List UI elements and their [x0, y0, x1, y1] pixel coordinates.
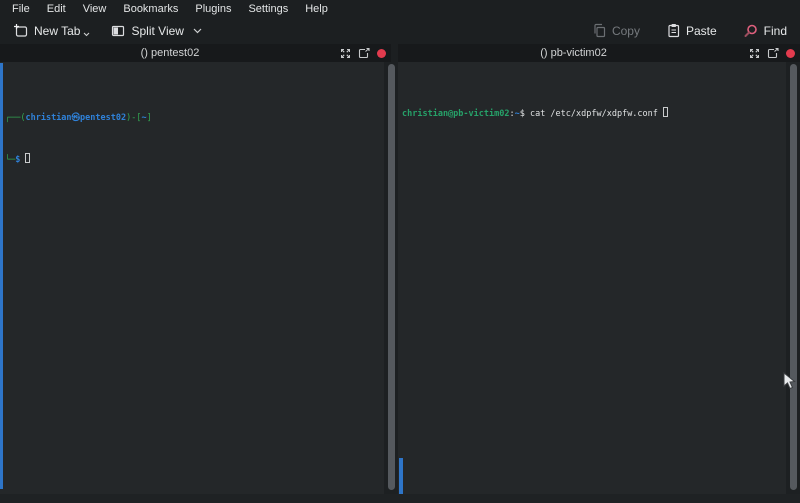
left-scrollbar-track[interactable] [384, 62, 398, 494]
find-button[interactable]: Find [738, 20, 792, 42]
left-prompt-line-2: └─$ [5, 153, 384, 167]
left-scrollbar-thumb[interactable] [388, 64, 395, 490]
left-pane-titlebar[interactable]: () pentest02 [0, 44, 391, 62]
paste-label: Paste [686, 24, 717, 38]
right-close-view-button[interactable] [786, 49, 795, 58]
prompt-dollar: $ [15, 155, 20, 165]
right-prompt-line: christian@pb-victim02:~$ cat /etc/xdpfw/… [402, 107, 786, 121]
right-pane-title: () pb-victim02 [398, 47, 749, 59]
left-terminal-view[interactable]: ┌──(christian㉿pentest02)-[~] └─$ [0, 62, 384, 494]
right-scroll-highlight-bar [399, 458, 403, 495]
new-tab-label: New Tab [34, 24, 80, 38]
copy-label: Copy [612, 24, 640, 38]
left-detach-view-icon[interactable] [358, 48, 370, 59]
right-terminal-view[interactable]: christian@pb-victim02:~$ cat /etc/xdpfw/… [398, 62, 786, 494]
paste-button[interactable]: Paste [661, 20, 722, 41]
typed-command: cat /etc/xdpfw/xdpfw.conf [525, 109, 658, 119]
prompt-user-host: christian@pb-victim02 [402, 109, 509, 119]
prompt-user-host: christian㉿pentest02 [25, 113, 126, 123]
split-view-button[interactable]: Split View [105, 20, 206, 42]
left-maximize-view-icon[interactable] [340, 48, 351, 59]
right-terminal-cursor [663, 107, 668, 117]
prompt-frame-mid: )-[ [126, 113, 141, 123]
menu-help[interactable]: Help [299, 2, 334, 16]
prompt-frame-open: ┌──( [5, 113, 25, 123]
find-label: Find [764, 24, 787, 38]
split-view-icon [110, 23, 126, 39]
menu-bookmarks[interactable]: Bookmarks [117, 2, 184, 16]
menu-edit[interactable]: Edit [41, 2, 72, 16]
right-maximize-view-icon[interactable] [749, 48, 760, 59]
split-view-chevron-down-icon [193, 28, 202, 34]
right-detach-view-icon[interactable] [767, 48, 779, 59]
right-scrollbar-thumb[interactable] [790, 64, 797, 490]
toolbar: New Tab Split View [0, 17, 800, 44]
copy-icon [592, 23, 607, 38]
window-bottom-edge [0, 494, 800, 503]
prompt-frame-close: ] [147, 113, 152, 123]
left-pane-title: () pentest02 [0, 47, 340, 59]
left-close-view-button[interactable] [377, 49, 386, 58]
menu-file[interactable]: File [6, 2, 36, 16]
right-pane-titlebar[interactable]: () pb-victim02 [398, 44, 800, 62]
menu-plugins[interactable]: Plugins [189, 2, 237, 16]
menu-bar: File Edit View Bookmarks Plugins Setting… [0, 0, 800, 17]
new-tab-submenu-chevron-icon [83, 32, 90, 37]
mouse-cursor-icon [783, 372, 796, 395]
left-scroll-highlight-bar [0, 63, 3, 489]
prompt-frame-bottom: └─ [5, 155, 15, 165]
left-terminal-cursor [25, 153, 30, 163]
paste-icon [666, 23, 681, 38]
copy-button[interactable]: Copy [587, 20, 645, 41]
find-magnifier-icon [743, 23, 759, 39]
menu-view[interactable]: View [77, 2, 113, 16]
left-prompt-line-1: ┌──(christian㉿pentest02)-[~] [5, 111, 384, 125]
new-tab-button[interactable]: New Tab [8, 20, 95, 42]
menu-settings[interactable]: Settings [242, 2, 294, 16]
new-tab-icon [13, 23, 29, 39]
split-view-label: Split View [131, 24, 183, 38]
right-scrollbar-track[interactable] [786, 62, 800, 494]
